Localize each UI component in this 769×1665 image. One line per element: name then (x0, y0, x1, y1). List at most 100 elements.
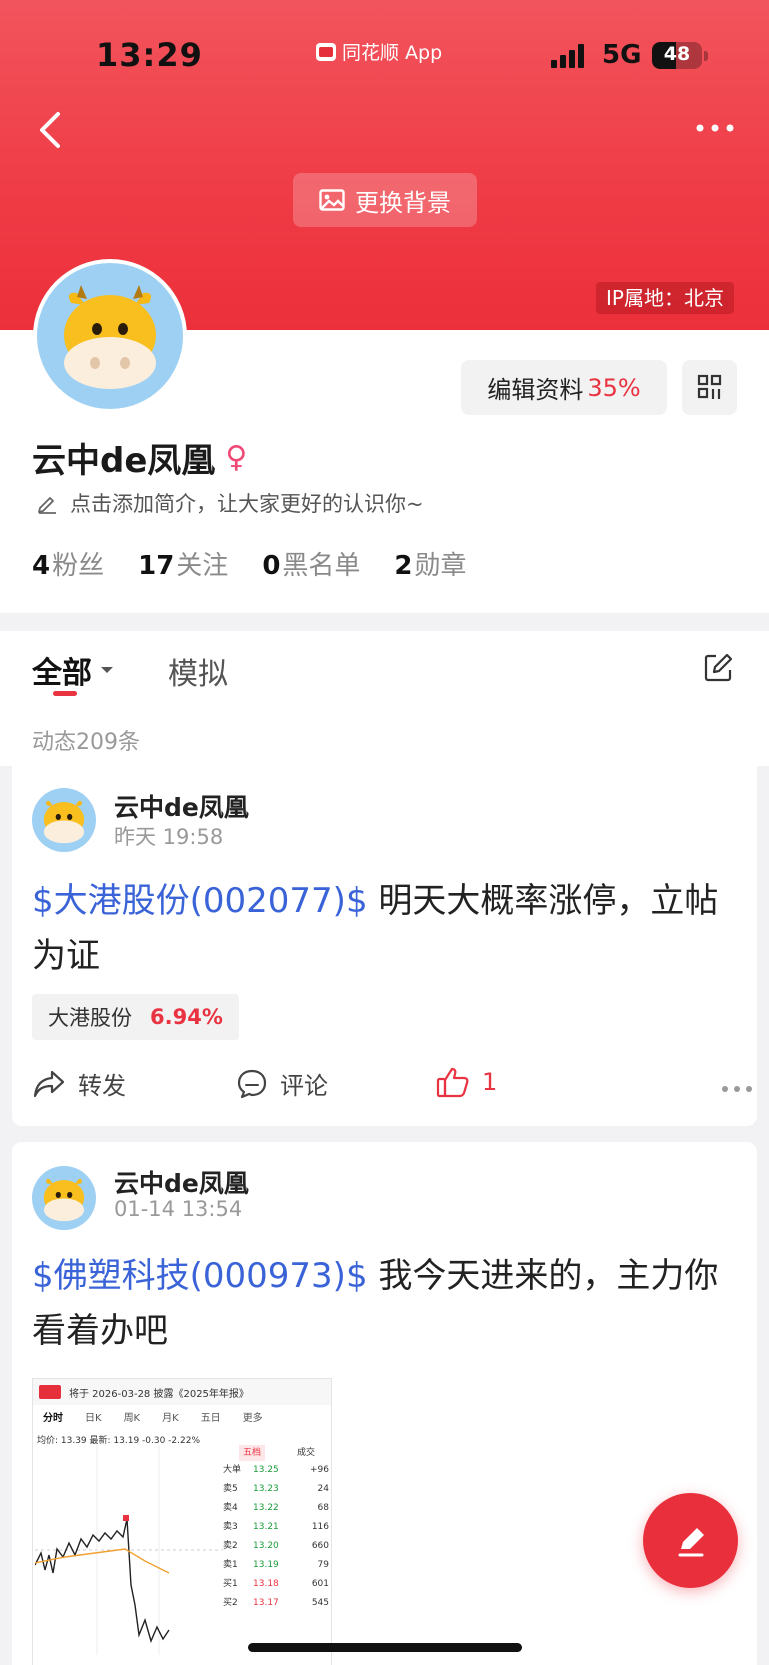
post-content: $大港股份(002077)$ 明天大概率涨停，立帖为证 (32, 874, 742, 984)
stock-link[interactable]: $大港股份(002077)$ (32, 881, 368, 921)
order-book-row: 买2 13.17 545 (223, 1598, 329, 1608)
post-actions: 转发 评论 1 (32, 1066, 752, 1116)
stat-count: 4 (32, 551, 51, 581)
thumb-notice-bar: 将于 2026-03-28 披露《2025年年报》 (33, 1379, 331, 1405)
order-book: 五档 成交 大单 13.25 +96 卖5 13.23 24 卖4 13.22 68 卖3 1… (223, 1445, 331, 1613)
comment-bubble-icon (237, 1069, 267, 1098)
signal-icon (551, 44, 584, 68)
cow-avatar-icon (43, 1179, 85, 1222)
repost-button[interactable]: 转发 (32, 1066, 126, 1101)
stock-quote-chip[interactable]: 大港股份 6.94% (32, 994, 239, 1040)
new-post-fab[interactable] (643, 1493, 738, 1588)
order-book-row: 买1 13.18 601 (223, 1579, 329, 1589)
order-book-row: 卖3 13.21 116 (223, 1522, 329, 1532)
thumb-tab: 五日 (200, 1413, 221, 1424)
tab-all[interactable]: 全部 (32, 648, 114, 692)
profile-stats: 4 粉丝 17 关注 0 黑名单 2 勋章 (32, 545, 501, 582)
thumb-tab: 更多 (242, 1413, 263, 1424)
stat-label: 勋章 (414, 551, 467, 581)
order-book-row: 卖4 13.22 68 (223, 1503, 329, 1513)
post-content: $佛塑科技(000973)$ 我今天进来的，主力你看着办吧 (32, 1249, 742, 1359)
stat-label: 关注 (176, 551, 229, 581)
post-card[interactable]: 云中de凤凰 01-14 13:54 $佛塑科技(000973)$ 我今天进来的… (12, 1142, 757, 1665)
like-button[interactable]: 1 (436, 1066, 497, 1098)
username: 云中de凤凰 ♀ (32, 433, 247, 482)
cow-avatar-icon (43, 801, 85, 844)
stock-link[interactable]: $佛塑科技(000973)$ (32, 1256, 368, 1296)
status-app-name[interactable]: 同花顺 App (316, 38, 442, 65)
stock-chip-name: 大港股份 (48, 1006, 132, 1030)
stat-medals[interactable]: 2 勋章 (394, 545, 466, 582)
network-type: 5G (602, 40, 642, 70)
status-app-label: 同花顺 App (342, 42, 443, 64)
change-background-button[interactable]: 更换背景 (293, 173, 477, 227)
app-logo-icon (39, 1385, 61, 1399)
post-avatar[interactable] (32, 788, 96, 852)
intraday-chart-image (35, 1445, 223, 1655)
app-logo-icon (316, 42, 336, 61)
thumb-tab: 日K (85, 1413, 102, 1424)
cow-avatar-icon (64, 285, 156, 389)
compose-edit-icon[interactable] (702, 652, 734, 684)
thumb-notice: 将于 2026-03-28 披露《2025年年报》 (69, 1389, 249, 1400)
thumb-tab: 分时 (43, 1413, 63, 1424)
home-indicator (248, 1643, 522, 1652)
thumb-tab: 月K (162, 1413, 179, 1424)
order-book-row: 卖2 13.20 660 (223, 1541, 329, 1551)
edit-profile-label: 编辑资料 (487, 376, 584, 404)
tab-all-label: 全部 (32, 656, 92, 691)
comment-button[interactable]: 评论 (236, 1066, 328, 1101)
post-card[interactable]: 云中de凤凰 昨天 19:58 $大港股份(002077)$ 明天大概率涨停，立… (12, 766, 757, 1126)
stat-label: 粉丝 (52, 551, 105, 581)
bio-edit-prompt[interactable]: 点击添加简介，让大家更好的认识你~ (36, 488, 424, 518)
thumb-tabs: 分时 日K 周K 月K 五日 更多 (33, 1409, 331, 1424)
post-more-icon[interactable] (722, 1086, 752, 1092)
avatar[interactable] (33, 259, 187, 413)
image-icon (319, 189, 345, 211)
stat-count: 0 (262, 551, 281, 581)
order-book-tabs: 五档 成交 (223, 1445, 331, 1461)
stat-count: 2 (394, 551, 413, 581)
post-author[interactable]: 云中de凤凰 (114, 1164, 249, 1200)
post-time: 01-14 13:54 (114, 1197, 243, 1221)
bio-placeholder-text: 点击添加简介，让大家更好的认识你~ (70, 492, 424, 516)
battery-level: 48 (663, 43, 691, 65)
battery-cap (704, 51, 708, 61)
status-time: 13:29 (96, 36, 203, 74)
thumbs-up-icon (436, 1067, 469, 1098)
stock-chip-change: 6.94% (150, 1005, 223, 1029)
post-time: 昨天 19:58 (114, 825, 224, 849)
stat-followers[interactable]: 4 粉丝 (32, 545, 104, 582)
stat-label: 黑名单 (282, 551, 361, 581)
stat-blacklist[interactable]: 0 黑名单 (262, 545, 360, 582)
dropdown-caret-icon (101, 667, 113, 673)
tab-simulation[interactable]: 模拟 (168, 649, 228, 693)
post-author[interactable]: 云中de凤凰 (114, 788, 249, 824)
battery-icon: 48 (652, 42, 702, 69)
order-book-tab: 成交 (296, 1448, 315, 1458)
order-book-row: 卖1 13.19 79 (223, 1560, 329, 1570)
more-options-icon[interactable] (694, 118, 736, 138)
like-count: 1 (482, 1068, 498, 1096)
back-arrow-icon[interactable] (34, 108, 68, 152)
female-gender-icon: ♀ (225, 440, 248, 475)
post-avatar[interactable] (32, 1166, 96, 1230)
qr-code-icon (697, 374, 722, 399)
order-book-row: 卖5 13.23 24 (223, 1484, 329, 1494)
profile-completion-percent: 35% (587, 373, 641, 402)
post-image-thumbnail[interactable]: 将于 2026-03-28 披露《2025年年报》 分时 日K 周K 月K 五日… (32, 1378, 332, 1665)
username-text: 云中de凤凰 (32, 441, 216, 481)
repost-label: 转发 (78, 1072, 126, 1100)
order-book-tab: 五档 (238, 1445, 265, 1461)
qr-code-button[interactable] (682, 360, 737, 415)
stat-count: 17 (138, 551, 175, 581)
edit-profile-button[interactable]: 编辑资料 35% (461, 360, 667, 415)
active-tab-indicator (53, 691, 77, 696)
pencil-icon (678, 1527, 704, 1556)
stat-following[interactable]: 17 关注 (138, 545, 228, 582)
pencil-icon (38, 497, 56, 514)
change-background-label: 更换背景 (355, 188, 451, 217)
comment-label: 评论 (280, 1072, 328, 1100)
ip-location-badge: IP属地：北京 (596, 282, 734, 314)
share-arrow-icon (33, 1070, 65, 1097)
